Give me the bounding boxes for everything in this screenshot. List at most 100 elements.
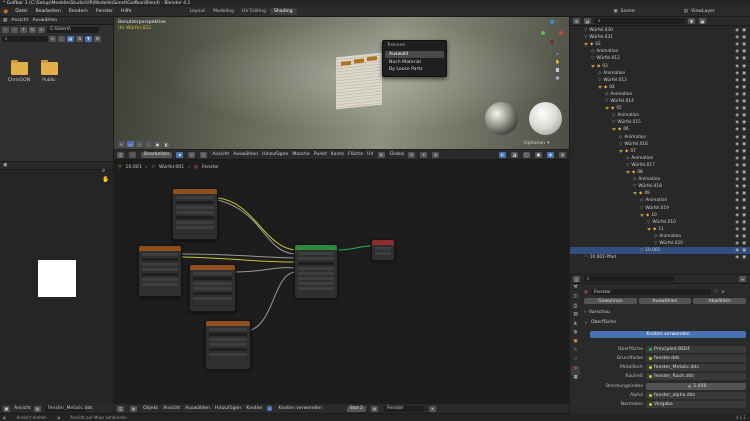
vertex-select-icon[interactable]: ▪ [176,151,184,158]
outliner-row[interactable]: ▽ Würfel.016 ◉ ▣ [570,141,750,148]
file-search-input[interactable]: ⌕ [2,35,48,42]
property-value[interactable]: fenster_alpha.dds [646,392,746,399]
visibility-eye-icon[interactable]: ◉ [735,213,739,218]
visibility-eye-icon[interactable]: ◉ [735,220,739,225]
shader-object-selector[interactable]: Objekt [143,406,158,411]
visibility-eye-icon[interactable]: ◉ [735,142,739,147]
parent-dir-icon[interactable]: ↑ [20,26,27,33]
outliner-row[interactable]: ▽ Würfel.019 ◉ ▣ [570,205,750,212]
editor-type-icon[interactable]: ◫ [117,405,124,412]
outliner-row[interactable]: ◆ 04 ◉ ▣ [570,84,750,91]
disclosure-triangle-icon[interactable] [598,85,602,89]
outliner-row[interactable]: ◇ Animation ◉ ▣ [570,233,750,240]
render-camera-icon[interactable]: ▣ [742,49,746,54]
proportional-edit-icon[interactable]: ◎ [432,151,440,158]
tab-uv-editing[interactable]: UV Editing [238,8,270,15]
visibility-eye-icon[interactable]: ◉ [735,49,739,54]
shading-rendered-icon[interactable]: ◍ [559,151,566,158]
disclosure-triangle-icon[interactable] [633,192,637,196]
image-texture-node[interactable] [172,188,218,240]
editor-type-icon[interactable]: ◫ [573,276,580,282]
path-field[interactable]: C:\Users\ [47,26,99,33]
visibility-eye-icon[interactable]: ◉ [735,248,739,253]
outliner-row[interactable]: ◇ Animation ◉ ▣ [570,155,750,162]
visibility-eye-icon[interactable]: ◉ [735,113,739,118]
visibility-eye-icon[interactable]: ◉ [735,241,739,246]
disclosure-triangle-icon[interactable] [640,213,644,217]
outliner-row[interactable]: ◆ 08 ◉ ▣ [570,169,750,176]
section-surface[interactable]: ⌄ Oberfläche [584,320,616,325]
visibility-eye-icon[interactable]: ◉ [735,177,739,182]
snap-icon[interactable]: ⌖ [420,151,428,158]
material-tab-icon[interactable]: ◍ [571,366,580,375]
render-camera-icon[interactable]: ▣ [742,78,746,83]
select-button[interactable]: Auswählen [638,298,692,304]
menu-view[interactable]: Ansicht [11,18,28,23]
overlay-icon[interactable]: ◐ [499,151,506,158]
render-camera-icon[interactable]: ▣ [742,28,746,33]
vertex-mode-icon[interactable]: · [129,151,136,158]
menu-vertex[interactable]: Punkt [314,152,327,157]
menu-node[interactable]: Knoten [246,406,262,411]
gizmo-x-axis[interactable] [559,31,563,35]
visibility-eye-icon[interactable]: ◉ [735,184,739,189]
visibility-eye-icon[interactable]: ◉ [735,191,739,196]
render-camera-icon[interactable]: ▣ [742,149,746,154]
shading-wireframe-icon[interactable]: ◯ [523,151,530,158]
visibility-eye-icon[interactable]: ◉ [735,71,739,76]
editor-type-icon[interactable]: ▣ [3,405,10,412]
visibility-eye-icon[interactable]: ◉ [735,56,739,61]
disclosure-triangle-icon[interactable] [584,43,588,47]
editor-type-icon[interactable]: ▣ [3,163,7,168]
render-camera-icon[interactable]: ▣ [742,191,746,196]
visibility-eye-icon[interactable]: ◉ [735,78,739,83]
visibility-eye-icon[interactable]: ◉ [735,206,739,211]
filter-icon[interactable]: ▼ [85,35,92,42]
visibility-eye-icon[interactable]: ◉ [735,120,739,125]
forward-icon[interactable]: › [11,26,18,33]
menu-window[interactable]: Fenster [92,9,117,14]
properties-search-input[interactable]: ⌕ [584,276,674,282]
node-editor[interactable]: ▽ 10.001 › ▽ Würfel.001 › ◍ Fenster [114,162,569,402]
image-texture-node[interactable] [138,245,182,297]
chevron-down-icon[interactable]: ▾ [547,141,549,146]
deselect-button[interactable]: Abwählen [693,298,747,304]
camera-icon[interactable]: ◙ [554,66,561,72]
shading-material-icon[interactable]: ◉ [547,151,554,158]
menu-edge[interactable]: Kante [331,152,344,157]
navigation-gizmo[interactable] [539,20,565,46]
gizmo-z-axis[interactable] [550,20,554,24]
hand-icon[interactable]: ✋ [554,58,561,64]
render-tab-icon[interactable]: ◫ [571,294,580,303]
visibility-eye-icon[interactable]: ◉ [735,234,739,239]
render-camera-icon[interactable]: ▣ [742,92,746,97]
image-browse-icon[interactable]: ▤ [33,405,41,412]
gizmo-neg-axis[interactable] [550,40,554,44]
outliner-row[interactable]: ▽ Würfel.017 ◉ ▣ [570,162,750,169]
outliner-row[interactable]: ◇ Animation ◉ ▣ [570,134,750,141]
visibility-eye-icon[interactable]: ◉ [735,28,739,33]
folder-item[interactable]: Public [37,60,61,83]
outliner-row[interactable]: ◆ 05 ◉ ▣ [570,105,750,112]
menu-file[interactable]: Datei [11,9,31,14]
outliner-row[interactable]: ◇ Animation ◉ ▣ [570,176,750,183]
use-nodes-checkbox[interactable]: ✓ [267,406,273,411]
tab-shading[interactable]: Shading [269,8,297,15]
outliner-row[interactable]: ◆ 11 ◉ ▣ [570,226,750,233]
face-select-icon[interactable]: ◻ [200,151,208,158]
outliner-row[interactable]: ◇ Animation ◉ ▣ [570,112,750,119]
outliner-row[interactable]: ◇ Animation ◉ ▣ [570,48,750,55]
menu-add[interactable]: Hinzufügen [262,152,288,157]
visibility-eye-icon[interactable]: ◉ [735,106,739,111]
property-value[interactable]: fenster.dds [646,354,746,362]
render-camera-icon[interactable]: ▣ [742,42,746,47]
view-layer-name[interactable]: ViewLayer [691,9,746,14]
visibility-eye-icon[interactable]: ◉ [735,156,739,161]
render-camera-icon[interactable]: ▣ [742,71,746,76]
outliner-row[interactable]: ◇ Animation ◉ ▣ [570,91,750,98]
world-tab-icon[interactable]: ◍ [571,330,580,339]
context-menu-item-by-material[interactable]: Nach Material [383,59,446,66]
xray-icon[interactable]: ◪ [511,151,518,158]
editor-type-icon[interactable]: ▦ [3,18,7,23]
menu-view[interactable]: Ansicht [14,406,31,411]
